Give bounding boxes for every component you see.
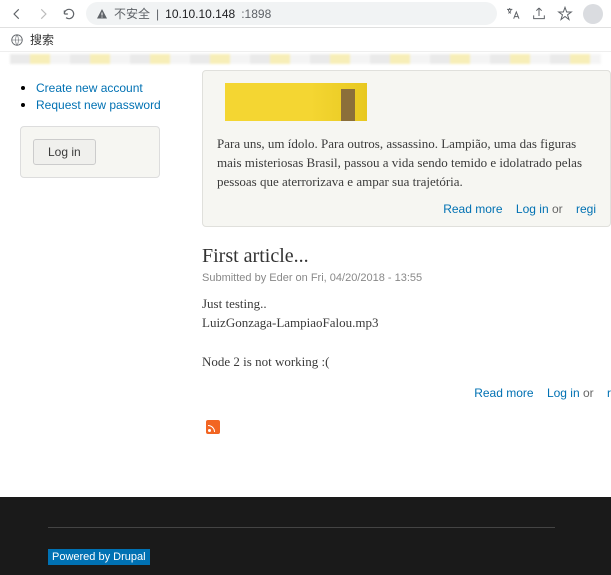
bookmark-star-icon[interactable] xyxy=(557,6,573,22)
body-line: Just testing.. xyxy=(202,294,611,314)
forward-button[interactable] xyxy=(34,5,52,23)
article-links: Read more Log in or regi xyxy=(217,202,596,216)
main-content: Para uns, um ídolo. Para outros, assassi… xyxy=(200,70,611,437)
warning-icon xyxy=(96,8,108,20)
rss-icon[interactable] xyxy=(206,420,220,434)
sidebar: Create new account Request new password … xyxy=(0,70,200,437)
sidebar-links: Create new account Request new password xyxy=(10,80,200,112)
spacer xyxy=(0,437,611,497)
globe-icon xyxy=(10,33,24,47)
powered-by-link[interactable]: Powered by Drupal xyxy=(48,549,150,565)
blurred-content xyxy=(10,54,601,64)
or-text: or xyxy=(583,386,594,400)
list-item: Create new account xyxy=(36,80,200,95)
body-line: LuizGonzaga-LampiaoFalou.mp3 xyxy=(202,313,611,333)
login-button[interactable]: Log in xyxy=(33,139,96,165)
article-image xyxy=(225,83,367,121)
create-account-link[interactable]: Create new account xyxy=(36,81,143,95)
search-bar: 搜索 xyxy=(0,28,611,52)
footer-divider xyxy=(48,527,555,528)
register-link[interactable]: regi xyxy=(576,202,596,216)
address-bar[interactable]: 不安全 | 10.10.10.148 :1898 xyxy=(86,2,497,25)
article-lampiao: Para uns, um ídolo. Para outros, assassi… xyxy=(202,70,611,227)
read-more-link[interactable]: Read more xyxy=(443,202,502,216)
url-host: 10.10.10.148 xyxy=(165,7,235,21)
translate-icon[interactable] xyxy=(505,6,521,22)
submitted-info: Submitted by Eder on Fri, 04/20/2018 - 1… xyxy=(202,272,611,284)
login-box: Log in xyxy=(20,126,160,178)
search-label[interactable]: 搜索 xyxy=(30,31,54,48)
insecure-label: 不安全 xyxy=(114,5,150,22)
list-item: Request new password xyxy=(36,97,200,112)
request-password-link[interactable]: Request new password xyxy=(36,98,161,112)
url-port: :1898 xyxy=(241,7,271,21)
share-icon[interactable] xyxy=(531,6,547,22)
back-button[interactable] xyxy=(8,5,26,23)
article-links: Read more Log in or r xyxy=(202,386,611,400)
or-text: or xyxy=(552,202,563,216)
toolbar-icons xyxy=(505,4,603,24)
login-link[interactable]: Log in xyxy=(547,386,580,400)
article-body: Para uns, um ídolo. Para outros, assassi… xyxy=(217,135,596,192)
body-line: Node 2 is not working :( xyxy=(202,352,611,372)
register-link[interactable]: r xyxy=(607,386,611,400)
article-first: First article... Submitted by Eder on Fr… xyxy=(202,245,611,400)
browser-toolbar: 不安全 | 10.10.10.148 :1898 xyxy=(0,0,611,28)
article-title[interactable]: First article... xyxy=(202,245,611,268)
page-content: Create new account Request new password … xyxy=(0,70,611,437)
read-more-link[interactable]: Read more xyxy=(474,386,533,400)
article-body: Just testing.. LuizGonzaga-LampiaoFalou.… xyxy=(202,294,611,372)
separator: | xyxy=(156,7,159,21)
footer: Powered by Drupal xyxy=(0,497,611,575)
reload-button[interactable] xyxy=(60,5,78,23)
login-link[interactable]: Log in xyxy=(516,202,549,216)
profile-avatar[interactable] xyxy=(583,4,603,24)
